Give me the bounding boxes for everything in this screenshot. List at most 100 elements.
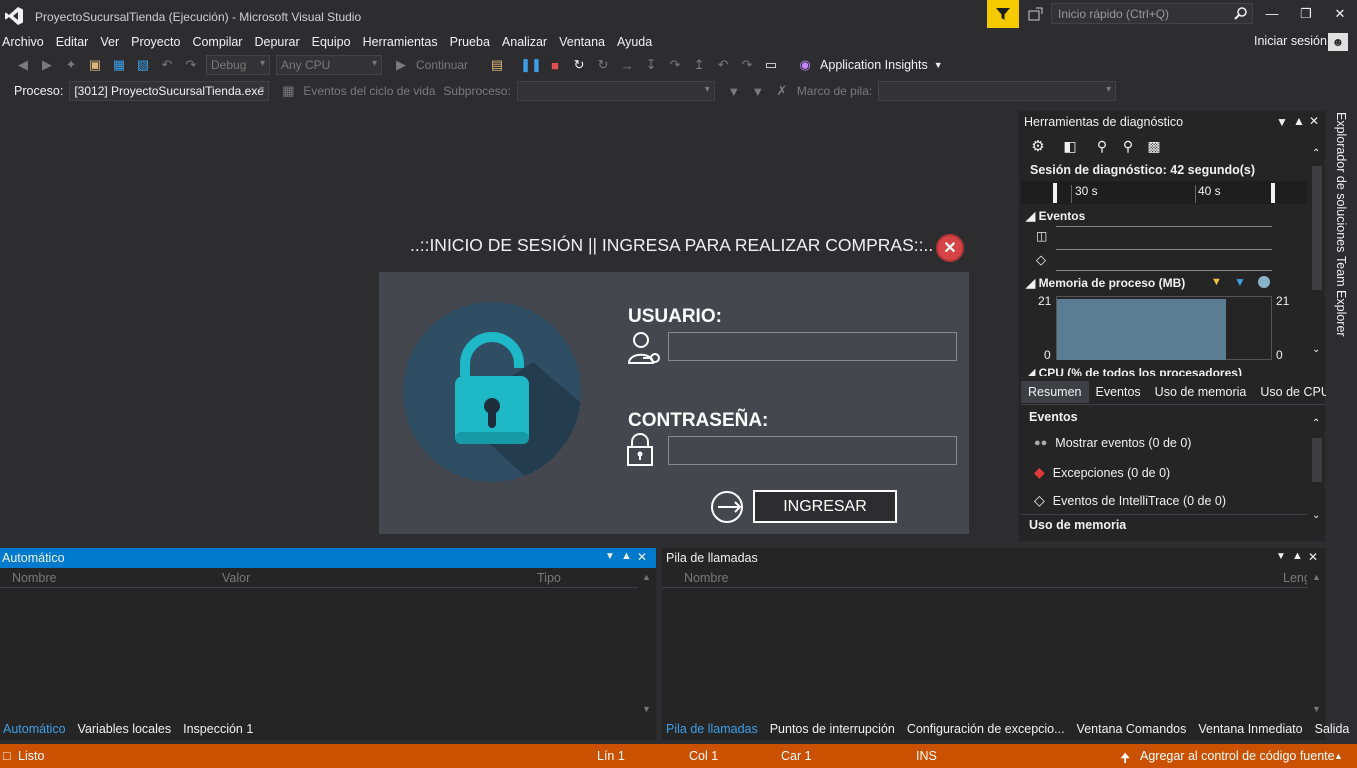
continue-button[interactable]: Continuar <box>416 58 468 72</box>
zoom-in-icon[interactable]: ⚲ <box>1094 138 1110 155</box>
redo-icon[interactable]: ↷ <box>182 56 200 74</box>
tab-puntos-interrupcion[interactable]: Puntos de interrupción <box>764 722 901 736</box>
diagnostics-icon[interactable]: ▭ <box>762 56 780 74</box>
settings-icon[interactable]: ⚙ <box>1030 137 1046 155</box>
chevron-down-icon[interactable]: ▼ <box>934 60 943 70</box>
back-icon[interactable]: ◀ <box>14 56 32 74</box>
notifications-icon[interactable] <box>1026 4 1046 24</box>
restore-icon[interactable]: ❐ <box>1296 6 1316 22</box>
browser-link-icon[interactable]: ▤ <box>488 56 506 74</box>
menu-depurar[interactable]: Depurar <box>252 35 309 49</box>
tab-ventana-comandos[interactable]: Ventana Comandos <box>1071 722 1193 736</box>
tab-pila-llamadas[interactable]: Pila de llamadas <box>662 722 764 736</box>
source-control-button[interactable]: Agregar al control de código fuente <box>1140 749 1335 763</box>
app-insights-button[interactable]: Application Insights <box>820 58 928 72</box>
tab-eventos[interactable]: Eventos <box>1089 381 1148 403</box>
tab-ventana-inmediato[interactable]: Ventana Inmediato <box>1192 722 1308 736</box>
quick-launch-input[interactable]: Inicio rápido (Ctrl+Q) <box>1051 3 1253 24</box>
export-icon[interactable]: ◧ <box>1062 138 1078 155</box>
account-avatar-icon[interactable]: ☻ <box>1328 33 1348 51</box>
stack-scrollbar[interactable]: ▲ ▼ <box>1310 572 1322 716</box>
lifecycle-icon[interactable]: ▦ <box>279 82 297 100</box>
chevron-up-icon[interactable]: ▲ <box>1334 751 1343 761</box>
login-button[interactable]: INGRESAR <box>753 490 897 523</box>
scroll-down-icon[interactable]: ▼ <box>642 704 651 714</box>
minimize-icon[interactable]: — <box>1262 6 1282 22</box>
step-over-icon[interactable]: ↷ <box>666 56 684 74</box>
forward-icon[interactable]: ▶ <box>38 56 56 74</box>
menu-archivo[interactable]: Archivo <box>0 35 54 49</box>
open-folder-icon[interactable]: ▣ <box>86 56 104 74</box>
hot-reload-icon[interactable]: ↻ <box>594 56 612 74</box>
panel-menu-icon[interactable]: ▼ <box>605 551 615 562</box>
scroll-up-icon[interactable]: ⌃ <box>1312 418 1320 429</box>
show-next-statement-icon[interactable]: → <box>618 56 636 74</box>
stack-frame-select[interactable] <box>878 81 1117 101</box>
pin-icon[interactable]: ▲ <box>1293 114 1305 128</box>
restart-icon[interactable]: ↻ <box>570 56 588 74</box>
scroll-thumb[interactable] <box>1312 166 1322 290</box>
events-section-header[interactable]: ◢ Eventos <box>1026 209 1085 223</box>
menu-ventana[interactable]: Ventana <box>557 35 615 49</box>
flag-threads-icon[interactable]: ▼ <box>749 82 767 100</box>
sign-in-link[interactable]: Iniciar sesión <box>1254 34 1327 48</box>
clear-flags-icon[interactable]: ✗ <box>773 82 791 100</box>
event-row-exceptions[interactable]: ◆ Excepciones (0 de 0) <box>1034 464 1170 481</box>
feedback-filter-icon[interactable] <box>987 0 1019 28</box>
event-row-show[interactable]: ●● Mostrar eventos (0 de 0) <box>1034 436 1191 450</box>
scroll-thumb[interactable] <box>1312 438 1322 482</box>
scroll-down-icon[interactable]: ⌄ <box>1312 344 1320 355</box>
autos-scrollbar[interactable]: ▲ ▼ <box>640 572 652 716</box>
timeline-start-handle[interactable] <box>1053 183 1057 203</box>
tab-salida[interactable]: Salida <box>1309 722 1356 736</box>
tab-uso-memoria[interactable]: Uso de memoria <box>1148 381 1254 403</box>
scroll-up-icon[interactable]: ⌃ <box>1312 148 1320 159</box>
menu-analizar[interactable]: Analizar <box>500 35 557 49</box>
close-panel-icon[interactable]: ✕ <box>1308 550 1318 564</box>
menu-ver[interactable]: Ver <box>98 35 129 49</box>
menu-editar[interactable]: Editar <box>54 35 99 49</box>
column-nombre[interactable]: Nombre <box>684 571 728 585</box>
continue-icon[interactable]: ▶ <box>392 56 410 74</box>
pause-icon[interactable]: ❚❚ <box>520 56 542 74</box>
app-insights-icon[interactable]: ◉ <box>796 56 814 74</box>
menu-compilar[interactable]: Compilar <box>190 35 252 49</box>
undo-icon[interactable]: ↶ <box>158 56 176 74</box>
menu-equipo[interactable]: Equipo <box>310 35 361 49</box>
timeline-end-handle[interactable] <box>1271 183 1275 203</box>
pin-icon[interactable]: ▲ <box>1292 550 1303 562</box>
save-icon[interactable]: ▦ <box>110 56 128 74</box>
comment-icon[interactable]: ↶ <box>714 56 732 74</box>
tab-resumen[interactable]: Resumen <box>1021 381 1089 403</box>
menu-prueba[interactable]: Prueba <box>448 35 500 49</box>
scroll-up-icon[interactable]: ▲ <box>642 572 651 582</box>
step-out-icon[interactable]: ↥ <box>690 56 708 74</box>
uncomment-icon[interactable]: ↷ <box>738 56 756 74</box>
process-select[interactable]: [3012] ProyectoSucursalTienda.exe <box>69 81 270 101</box>
cpu-section-header[interactable]: ◢ CPU (% de todos los procesadores) <box>1026 366 1242 376</box>
column-lenguaje[interactable]: Leng <box>1283 571 1307 585</box>
close-icon[interactable]: ✕ <box>936 234 964 262</box>
menu-herramientas[interactable]: Herramientas <box>361 35 448 49</box>
close-panel-icon[interactable]: ✕ <box>1309 114 1319 128</box>
new-project-icon[interactable]: ✦ <box>62 56 80 74</box>
event-row-intellitrace[interactable]: ◇ Eventos de IntelliTrace (0 de 0) <box>1034 492 1226 509</box>
summary-scrollbar[interactable]: ⌃ ⌄ <box>1310 418 1324 528</box>
panel-menu-icon[interactable]: ▼ <box>1276 551 1286 562</box>
filter-threads-icon[interactable]: ▼ <box>725 82 743 100</box>
lifecycle-events-button[interactable]: Eventos del ciclo de vida <box>303 84 435 98</box>
diag-scrollbar[interactable]: ⌃ ⌄ <box>1310 146 1324 362</box>
step-into-icon[interactable]: ↧ <box>642 56 660 74</box>
scroll-up-icon[interactable]: ▲ <box>1312 572 1321 582</box>
solution-explorer-tab[interactable]: Explorador de soluciones <box>1334 112 1348 252</box>
memory-graph[interactable] <box>1056 296 1272 360</box>
username-input[interactable] <box>668 332 957 361</box>
timeline-ruler[interactable]: 30 s 40 s <box>1021 181 1307 204</box>
column-nombre[interactable]: Nombre <box>12 571 56 585</box>
tab-inspeccion-1[interactable]: Inspección 1 <box>177 722 259 736</box>
platform-select[interactable]: Any CPU <box>276 55 382 75</box>
panel-menu-icon[interactable]: ▼ <box>1276 115 1288 129</box>
team-explorer-tab[interactable]: Team Explorer <box>1334 256 1348 337</box>
scroll-down-icon[interactable]: ⌄ <box>1312 510 1320 521</box>
column-valor[interactable]: Valor <box>222 571 250 585</box>
